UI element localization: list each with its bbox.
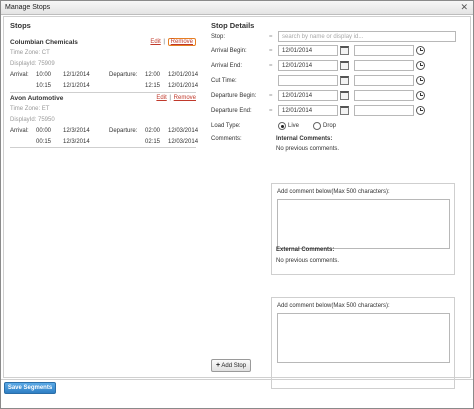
arrival-end-date-input[interactable]: 12/01/2014	[278, 60, 338, 71]
clock-icon[interactable]	[416, 106, 425, 115]
stop-actions: Edit | Remove	[150, 38, 196, 46]
arrival-time: 10:00	[36, 72, 52, 78]
departure-date: 12/01/2014	[168, 83, 199, 89]
stop-label: Stop:	[211, 34, 226, 40]
departure-date: 12/03/2014	[168, 128, 199, 134]
stop-display-id: DisplayId: 75909	[10, 61, 55, 67]
edit-link[interactable]: Edit	[156, 95, 166, 101]
arrival-end-label: Arrival End:	[211, 63, 243, 69]
required-marker: =	[269, 108, 273, 114]
departure-time: 12:15	[145, 83, 161, 89]
stops-title: Stops	[10, 21, 31, 30]
add-comment-label: Add comment below(Max 500 characters):	[277, 303, 390, 309]
clock-icon[interactable]	[416, 76, 425, 85]
stop-actions: Edit | Remove	[156, 95, 196, 101]
calendar-icon[interactable]	[340, 46, 349, 55]
add-stop-label: Add Stop	[221, 363, 247, 369]
required-marker: =	[269, 63, 273, 69]
calendar-icon[interactable]	[340, 106, 349, 115]
footer-divider	[1, 379, 473, 380]
remove-link[interactable]: Remove	[174, 95, 196, 101]
internal-comment-textarea[interactable]	[277, 199, 450, 249]
stops-panel: Stops Columbian Chemicals Edit | Remove …	[4, 17, 200, 162]
external-comment-box: Add comment below(Max 500 characters):	[271, 297, 455, 389]
arrival-time: 00:00	[36, 128, 52, 134]
stop-search-input[interactable]: search by name or display id...	[278, 31, 456, 42]
calendar-icon[interactable]	[340, 76, 349, 85]
action-separator: |	[163, 39, 165, 45]
departure-end-time-input[interactable]	[354, 105, 414, 116]
stop-name: Avon Automotive	[10, 95, 64, 102]
remove-link[interactable]: Remove	[167, 38, 196, 46]
required-marker: =	[269, 93, 273, 99]
internal-comments-text: No previous comments.	[276, 146, 340, 152]
arrival-date: 12/1/2014	[63, 83, 90, 89]
add-comment-label: Add comment below(Max 500 characters):	[277, 189, 390, 195]
load-drop-label: Drop	[323, 123, 337, 129]
departure-date: 12/01/2014	[168, 72, 199, 78]
departure-begin-date-input[interactable]: 12/01/2014	[278, 90, 338, 101]
arrival-date: 12/3/2014	[63, 139, 90, 145]
departure-label: Departure:	[109, 128, 138, 134]
load-live-radio[interactable]	[278, 122, 286, 130]
stop-divider	[10, 147, 196, 148]
plus-icon: +	[215, 362, 221, 369]
departure-time: 12:00	[145, 72, 161, 78]
arrival-time: 10:15	[36, 83, 52, 89]
add-stop-button[interactable]: + Add Stop	[211, 359, 251, 372]
stop-name: Columbian Chemicals	[10, 39, 78, 46]
stop-search-placeholder: search by name or display id...	[282, 34, 364, 40]
arrival-date: 12/3/2014	[63, 128, 90, 134]
arrival-date: 12/1/2014	[63, 72, 90, 78]
stop-timezone: Time Zone: ET	[10, 106, 50, 112]
departure-begin-time-input[interactable]	[354, 90, 414, 101]
comments-label: Comments:	[211, 136, 242, 142]
arrival-time: 00:15	[36, 139, 52, 145]
dialog-title: Manage Stops	[5, 4, 51, 11]
load-drop-radio[interactable]	[313, 122, 321, 130]
internal-comments-title: Internal Comments:	[276, 136, 333, 142]
departure-time: 02:00	[145, 128, 161, 134]
arrival-begin-date-input[interactable]: 12/01/2014	[278, 45, 338, 56]
departure-time: 02:15	[145, 139, 161, 145]
external-comment-textarea[interactable]	[277, 313, 450, 363]
close-icon[interactable]: ✕	[460, 2, 468, 13]
calendar-icon[interactable]	[340, 91, 349, 100]
arrival-begin-label: Arrival Begin:	[211, 48, 247, 54]
departure-begin-label: Departure Begin:	[211, 93, 257, 99]
stop-item: Columbian Chemicals Edit | Remove Time Z…	[10, 38, 199, 95]
external-comments-title: External Comments:	[276, 247, 335, 253]
manage-stops-dialog: Manage Stops ✕ Stops Columbian Chemicals…	[0, 0, 474, 409]
cut-time-time-input[interactable]	[354, 75, 414, 86]
departure-end-date-input[interactable]: 12/01/2014	[278, 105, 338, 116]
departure-date: 12/03/2014	[168, 139, 199, 145]
edit-link[interactable]: Edit	[150, 39, 160, 45]
titlebar: Manage Stops ✕	[1, 1, 473, 15]
calendar-icon[interactable]	[340, 61, 349, 70]
stop-display-id: DisplayId: 75950	[10, 117, 55, 123]
save-segments-button[interactable]: Save Segments	[4, 382, 56, 394]
required-marker: =	[269, 34, 273, 40]
departure-end-label: Departure End:	[211, 108, 252, 114]
departure-label: Departure:	[109, 72, 138, 78]
stop-item: Avon Automotive Edit | Remove Time Zone:…	[10, 95, 199, 151]
stop-details-title: Stop Details	[211, 21, 255, 30]
load-live-label: Live	[288, 123, 300, 129]
clock-icon[interactable]	[416, 46, 425, 55]
required-marker: =	[269, 48, 273, 54]
stop-timezone: Time Zone: CT	[10, 50, 50, 56]
action-separator: |	[169, 95, 171, 101]
cut-time-date-input[interactable]	[278, 75, 338, 86]
arrival-end-time-input[interactable]	[354, 60, 414, 71]
clock-icon[interactable]	[416, 61, 425, 70]
cut-time-label: Cut Time:	[211, 78, 237, 84]
arrival-label: Arrival:	[10, 128, 29, 134]
clock-icon[interactable]	[416, 91, 425, 100]
load-type-label: Load Type:	[211, 123, 241, 129]
stop-divider	[10, 92, 196, 93]
dialog-content: Stops Columbian Chemicals Edit | Remove …	[3, 16, 471, 389]
external-comments-text: No previous comments.	[276, 258, 340, 264]
arrival-label: Arrival:	[10, 72, 29, 78]
arrival-begin-time-input[interactable]	[354, 45, 414, 56]
